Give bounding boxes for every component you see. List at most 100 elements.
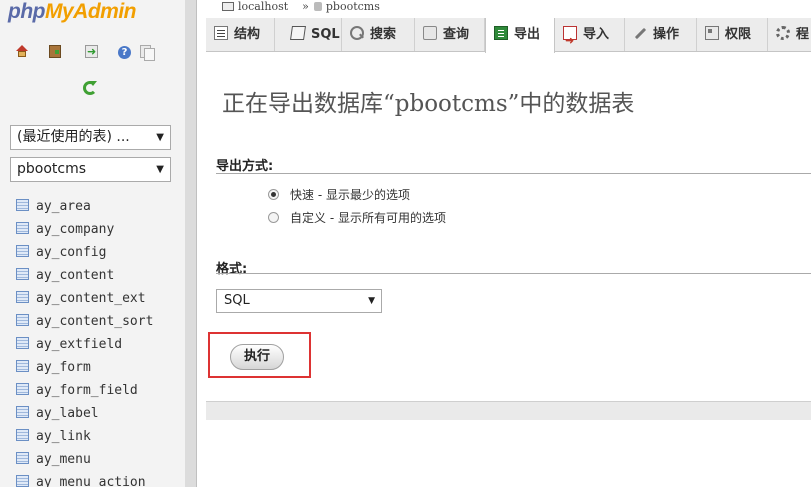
tab-label: 结构 xyxy=(234,27,261,42)
table-list-item[interactable]: ay_menu xyxy=(16,450,153,473)
breadcrumb-separator: » xyxy=(302,0,309,13)
query-icon xyxy=(423,26,437,40)
tab-label: 导入 xyxy=(583,27,610,42)
tab-structure[interactable]: 结构 xyxy=(206,18,275,51)
phpmyadmin-logo[interactable]: phpMyAdmin xyxy=(8,0,136,24)
table-name[interactable]: ay_extfield xyxy=(36,337,122,352)
table-icon[interactable] xyxy=(16,291,29,303)
tab-export[interactable]: 导出 xyxy=(485,18,555,53)
table-list-item[interactable]: ay_form xyxy=(16,358,153,381)
table-icon[interactable] xyxy=(16,222,29,234)
table-list-item[interactable]: ay_content_sort xyxy=(16,312,153,335)
server-icon xyxy=(222,2,234,11)
tab-label: 权限 xyxy=(725,27,752,42)
database-icon xyxy=(313,2,322,11)
recent-tables-value: (最近使用的表) ... xyxy=(17,129,130,145)
table-icon[interactable] xyxy=(16,475,29,487)
home-icon[interactable] xyxy=(15,45,29,57)
table-icon[interactable] xyxy=(16,429,29,441)
table-list-item[interactable]: ay_label xyxy=(16,404,153,427)
breadcrumb: localhost » pbootcms xyxy=(206,0,811,14)
database-select[interactable]: pbootcms ▼ xyxy=(10,157,171,182)
table-icon[interactable] xyxy=(16,360,29,372)
export-method-label: 导出方式: xyxy=(216,159,274,174)
table-name[interactable]: ay_menu xyxy=(36,452,91,467)
database-select-value: pbootcms xyxy=(17,161,87,177)
breadcrumb-database[interactable]: pbootcms xyxy=(326,0,380,13)
export-icon xyxy=(494,26,508,40)
table-name[interactable]: ay_form xyxy=(36,360,91,375)
help-icon[interactable]: ? xyxy=(118,46,131,59)
reload-icon[interactable] xyxy=(83,81,97,95)
footer-bar xyxy=(206,401,811,420)
table-list-item[interactable]: ay_extfield xyxy=(16,335,153,358)
panel-resize-handle[interactable] xyxy=(185,0,197,487)
table-name[interactable]: ay_content_sort xyxy=(36,314,153,329)
logo-myadmin: MyAdmin xyxy=(44,0,137,23)
structure-icon xyxy=(214,26,228,40)
table-icon[interactable] xyxy=(16,337,29,349)
table-name[interactable]: ay_form_field xyxy=(36,383,138,398)
tab-label: 查询 xyxy=(443,27,470,42)
query-window-icon[interactable] xyxy=(85,44,98,60)
table-icon[interactable] xyxy=(16,199,29,211)
section-divider xyxy=(216,173,811,174)
radio-quick-label[interactable]: 快速 - 显示最少的选项 xyxy=(290,188,410,202)
table-icon[interactable] xyxy=(16,406,29,418)
breadcrumb-server[interactable]: localhost xyxy=(238,0,288,13)
table-name[interactable]: ay_menu_action xyxy=(36,475,146,487)
table-name[interactable]: ay_area xyxy=(36,199,91,214)
tab-operations[interactable]: 操作 xyxy=(625,18,697,51)
table-icon[interactable] xyxy=(16,383,29,395)
table-name[interactable]: ay_company xyxy=(36,222,114,237)
logo-php: php xyxy=(8,0,45,23)
table-name[interactable]: ay_content_ext xyxy=(36,291,146,306)
table-name[interactable]: ay_content xyxy=(36,268,114,283)
table-list-item[interactable]: ay_area xyxy=(16,197,153,220)
operations-icon xyxy=(633,26,647,40)
radio-custom[interactable] xyxy=(268,212,279,223)
export-method-quick[interactable]: 快速 - 显示最少的选项 xyxy=(268,186,410,204)
privileges-icon xyxy=(705,26,719,40)
table-list: ay_area ay_company ay_config ay_content … xyxy=(16,197,153,487)
tab-search[interactable]: 搜索 xyxy=(342,18,415,51)
chevron-down-icon: ▼ xyxy=(368,296,375,306)
import-icon xyxy=(563,24,577,57)
chevron-down-icon: ▼ xyxy=(156,132,164,143)
recent-tables-select[interactable]: (最近使用的表) ... ▼ xyxy=(10,125,171,150)
table-name[interactable]: ay_config xyxy=(36,245,106,260)
export-method-custom[interactable]: 自定义 - 显示所有可用的选项 xyxy=(268,209,446,227)
table-icon[interactable] xyxy=(16,314,29,326)
tab-query[interactable]: 查询 xyxy=(415,18,485,51)
page-title: 正在导出数据库“pbootcms”中的数据表 xyxy=(222,91,635,117)
main-content: localhost » pbootcms 结构 SQL 搜索 查询 导出 导入 操作… xyxy=(206,0,811,487)
radio-quick[interactable] xyxy=(268,189,279,200)
table-list-item[interactable]: ay_menu_action xyxy=(16,473,153,487)
table-list-item[interactable]: ay_form_field xyxy=(16,381,153,404)
tab-routines[interactable]: 程 xyxy=(768,18,811,51)
tab-label: 程 xyxy=(796,27,810,42)
format-select-value: SQL xyxy=(224,293,250,308)
go-button[interactable]: 执行 xyxy=(230,344,284,370)
tab-import[interactable]: 导入 xyxy=(555,18,625,57)
tab-sql[interactable]: SQL xyxy=(283,18,342,51)
table-list-item[interactable]: ay_content xyxy=(16,266,153,289)
table-list-item[interactable]: ay_config xyxy=(16,243,153,266)
table-list-item[interactable]: ay_content_ext xyxy=(16,289,153,312)
tab-bar: 结构 SQL 搜索 查询 导出 导入 操作 权限 程 xyxy=(206,18,811,57)
docs-icon[interactable] xyxy=(140,45,155,61)
table-name[interactable]: ay_link xyxy=(36,429,91,444)
table-list-item[interactable]: ay_link xyxy=(16,427,153,450)
tab-label: 搜索 xyxy=(370,27,397,42)
tab-label: 操作 xyxy=(653,27,680,42)
table-icon[interactable] xyxy=(16,452,29,464)
search-icon xyxy=(350,26,364,40)
format-select[interactable]: SQL ▼ xyxy=(216,289,382,313)
table-icon[interactable] xyxy=(16,245,29,257)
table-name[interactable]: ay_label xyxy=(36,406,99,421)
table-list-item[interactable]: ay_company xyxy=(16,220,153,243)
exit-icon[interactable] xyxy=(49,45,61,58)
table-icon[interactable] xyxy=(16,268,29,280)
radio-custom-label[interactable]: 自定义 - 显示所有可用的选项 xyxy=(290,211,446,225)
tab-privileges[interactable]: 权限 xyxy=(697,18,768,51)
